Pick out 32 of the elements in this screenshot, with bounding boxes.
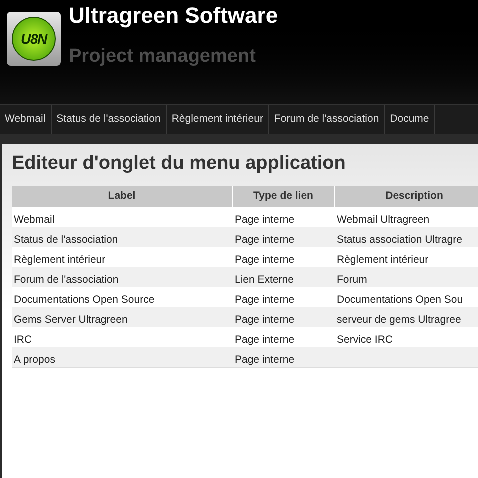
table-cell: Règlement intérieur [14, 254, 106, 266]
table-cell: Forum de l'association [14, 274, 119, 286]
table-cell: Webmail [14, 214, 55, 226]
table-cell: Page interne [235, 354, 295, 366]
table-cell: Page interne [235, 214, 295, 226]
table-cell: Gems Server Ultragreen [14, 314, 128, 326]
table-cell: Forum [337, 274, 368, 286]
table-cell: Service IRC [337, 334, 394, 346]
table-cell: Documentations Open Sou [337, 294, 464, 306]
table-cell: Webmail Ultragreen [337, 214, 430, 226]
table-cell: Lien Externe [235, 274, 294, 286]
nav-link[interactable]: Forum de l'association [269, 105, 386, 134]
nav-link[interactable]: Webmail [0, 105, 52, 134]
table-cell: A propos [14, 354, 56, 366]
table-cell: Status association Ultragre [337, 234, 462, 246]
table-cell: IRC [14, 334, 32, 346]
table-cell: serveur de gems Ultragree [337, 314, 462, 326]
logo-text: U8N [21, 30, 47, 48]
table-cell: Règlement intérieur [337, 254, 429, 266]
table-cell: Page interne [235, 234, 295, 246]
site-title: Ultragreen Software [69, 2, 278, 30]
table-cell: Page interne [235, 254, 295, 266]
table-cell: Status de l'association [14, 234, 118, 246]
table-cell: Page interne [235, 294, 295, 306]
table-cell: Documentations Open Source [14, 294, 155, 306]
table-cell: Page interne [235, 314, 295, 326]
table-cell: Page interne [235, 334, 295, 346]
site-subtitle: Project management [69, 45, 257, 69]
nav-link[interactable]: Docume [385, 105, 436, 134]
panel-title: Editeur d'onglet du menu application [12, 152, 347, 176]
nav-link[interactable]: Status de l'association [52, 105, 167, 134]
nav-link[interactable]: Règlement intérieur [166, 105, 270, 134]
